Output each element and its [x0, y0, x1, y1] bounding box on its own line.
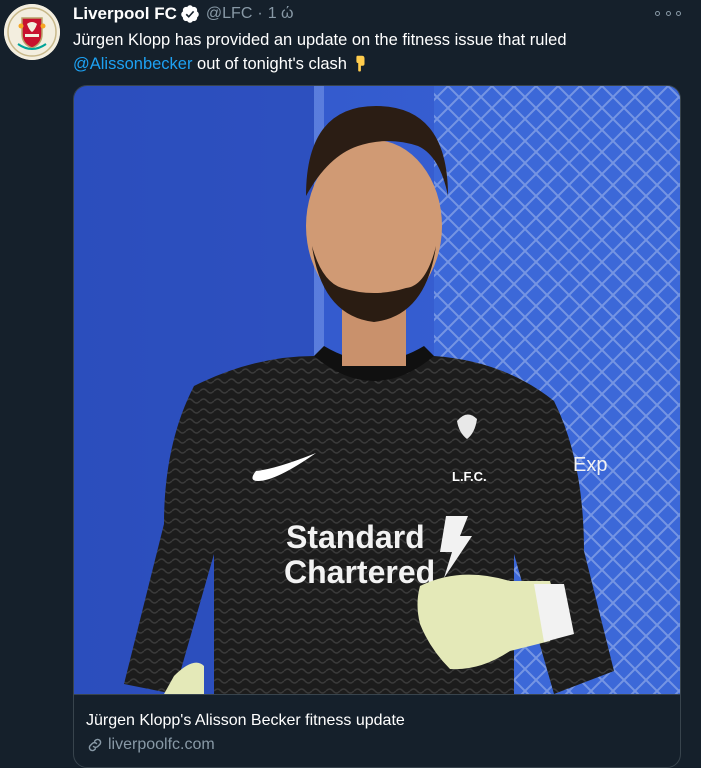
- card-title[interactable]: Jürgen Klopp's Alisson Becker fitness up…: [86, 712, 405, 730]
- link-card[interactable]: L.F.C. Standard Chartered Exp Jürgen Klo…: [73, 85, 681, 768]
- jersey-sponsor-line2: Chartered: [284, 554, 435, 590]
- more-icon[interactable]: [655, 6, 681, 20]
- jersey-sleeve-text: Exp: [573, 454, 607, 476]
- jersey-crest-text: L.F.C.: [452, 469, 487, 484]
- separator-dot: ·: [257, 5, 263, 22]
- tweet-header: Liverpool FC @LFC · 1 ώ: [73, 2, 294, 26]
- author-handle[interactable]: @LFC: [206, 5, 252, 23]
- tweet-time[interactable]: 1 ώ: [268, 5, 294, 23]
- tweet-text-before: Jürgen Klopp has provided an update on t…: [73, 31, 567, 49]
- card-photo: L.F.C. Standard Chartered Exp: [74, 86, 680, 694]
- tweet[interactable]: Liverpool FC @LFC · 1 ώ Jürgen Klopp has…: [0, 0, 701, 768]
- link-icon: [88, 738, 102, 752]
- lfc-crest-icon: [4, 4, 60, 60]
- card-separator: [74, 694, 680, 695]
- card-domain-text: liverpoolfc.com: [108, 736, 215, 753]
- card-domain[interactable]: liverpoolfc.com: [86, 736, 215, 754]
- tweet-text-after: out of tonight's clash: [192, 55, 347, 73]
- author-name[interactable]: Liverpool FC: [73, 4, 177, 24]
- tweet-text: Jürgen Klopp has provided an update on t…: [73, 28, 683, 76]
- pointing-down-emoji-icon: [356, 55, 365, 72]
- verified-icon: [181, 5, 199, 23]
- avatar[interactable]: [4, 4, 60, 60]
- mention-link[interactable]: @Alissonbecker: [73, 55, 192, 73]
- jersey-sponsor-line1: Standard: [286, 519, 425, 555]
